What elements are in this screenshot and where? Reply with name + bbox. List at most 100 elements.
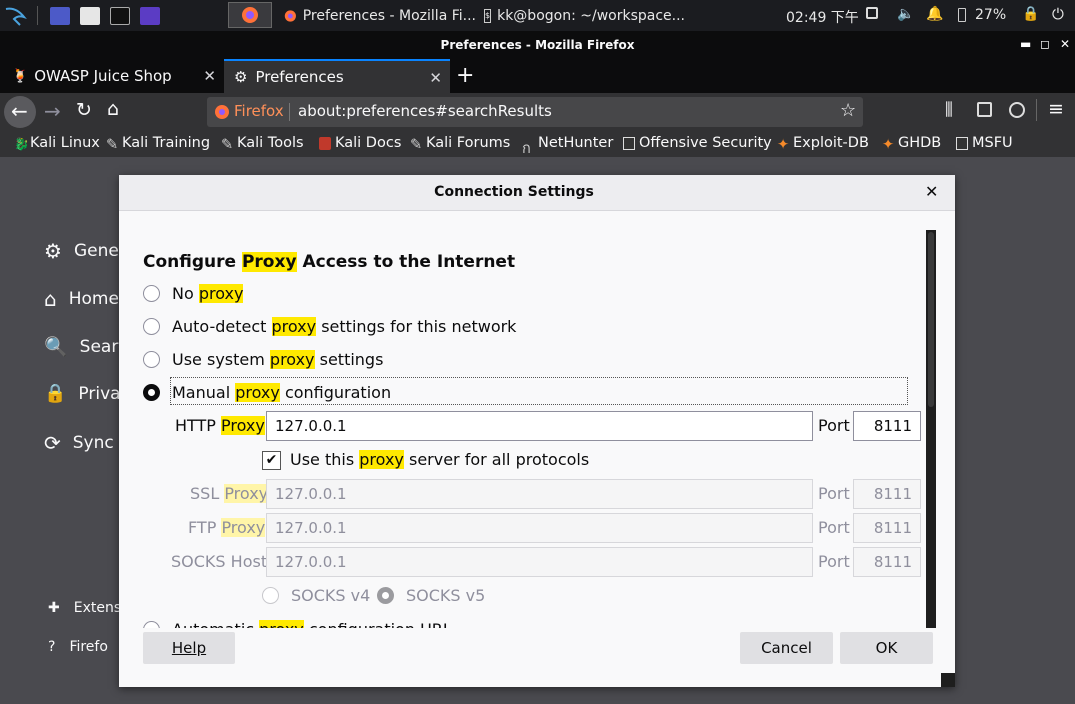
bookmark-kali-tools[interactable]: ✎ Kali Tools [221,135,304,153]
label-highlight: Proxy [224,484,269,503]
use-all-protocols-checkbox[interactable]: ✔ [262,451,281,470]
kali-dragon-icon: ✎ [221,136,234,153]
scrollbar-thumb[interactable] [928,232,934,407]
taskbar-task-firefox[interactable]: Preferences - Mozilla Fi... [284,3,476,28]
tab-label: Preferences [255,68,344,86]
ftp-proxy-label: FTP Proxy [188,518,266,537]
msfu-icon [956,136,968,150]
button-label: Cancel [761,639,812,657]
account-icon[interactable] [1009,102,1025,118]
bookmark-offensive-security[interactable]: Offensive Security [623,135,772,151]
hamburger-menu-icon[interactable]: ≡ [1048,98,1064,120]
option-text: Auto-detect [172,317,272,336]
radio-no-proxy[interactable] [143,285,160,302]
power-icon[interactable]: ⏻ [1052,5,1064,23]
clock[interactable]: 02:49 下午 [786,7,859,27]
ssl-port-label: Port [818,484,850,503]
sidebar-item-firefox-support[interactable]: ? Firefo [48,639,108,655]
option-label-manual-proxy: Manual proxy configuration [172,383,391,402]
sidebar-item-home[interactable]: ⌂ Home [44,287,119,311]
url-bar[interactable]: Firefox about:preferences#searchResults … [207,97,863,127]
ssl-proxy-input[interactable]: 127.0.0.1 [266,479,813,509]
ftp-port-input[interactable]: 8111 [853,513,921,543]
url-text[interactable]: about:preferences#searchResults [298,102,552,120]
maximize-icon[interactable]: ◻ [1040,37,1050,51]
button-label: Help [171,639,207,657]
new-tab-icon[interactable]: + [456,63,474,88]
library-icon[interactable]: ⫼ [945,100,953,120]
cancel-button[interactable]: Cancel [740,632,833,664]
sidebar-item-general[interactable]: ⚙ Gene [44,239,119,263]
file-manager-icon[interactable] [80,4,100,27]
taskbar-task-terminal[interactable]: $ kk@bogon: ~/workspace... [484,3,684,28]
radio-auto-config-url[interactable] [143,621,160,628]
forward-arrow-icon[interactable]: → [44,99,61,123]
close-tab-icon[interactable]: ✕ [429,69,442,87]
bookmark-label: Kali Forums [426,135,511,151]
scrollbar-track[interactable] [926,230,936,628]
tab-preferences[interactable]: ⚙ Preferences ✕ [224,59,450,93]
bookmark-kali-training[interactable]: ✎ Kali Training [106,135,210,153]
sidebar-item-search[interactable]: 🔍 Searc [44,335,127,358]
resize-grip[interactable] [941,673,955,687]
http-port-input[interactable]: 8111 [853,411,921,441]
ftp-proxy-input[interactable]: 127.0.0.1 [266,513,813,543]
bookmark-label: Kali Linux [30,135,100,151]
sidebar-item-sync[interactable]: ⟳ Sync [44,431,114,455]
radio-socks-v4[interactable] [262,587,279,604]
bookmark-kali-docs[interactable]: Kali Docs [319,135,401,151]
socks-host-input[interactable]: 127.0.0.1 [266,547,813,577]
ssl-port-input[interactable]: 8111 [853,479,921,509]
http-proxy-input[interactable]: 127.0.0.1 [266,411,813,441]
firefox-launcher-icon[interactable] [228,2,272,28]
home-icon[interactable]: ⌂ [107,98,119,120]
lock-icon[interactable]: 🔒 [1022,6,1039,22]
reload-icon[interactable]: ↻ [76,99,92,121]
heading-text: Access to the Internet [296,252,516,272]
volume-icon[interactable]: 🔈 [897,6,914,22]
display-icon[interactable] [866,7,878,19]
sidebar-item-label: Priva [78,383,121,404]
bookmarks-toolbar: 🐉 Kali Linux ✎ Kali Training ✎ Kali Tools K… [0,131,1075,157]
bookmark-kali-linux[interactable]: 🐉 Kali Linux [14,135,100,151]
bookmark-kali-forums[interactable]: ✎ Kali Forums [410,135,511,153]
socks-port-label: Port [818,552,850,571]
radio-manual-proxy[interactable] [143,384,160,401]
minimize-icon[interactable]: ▬ [1020,37,1031,51]
bookmark-msfu[interactable]: MSFU [956,135,1013,151]
taskbar-divider [37,6,38,25]
bookmark-star-icon[interactable]: ☆ [840,100,856,121]
notification-bell-icon[interactable]: 🔔 [926,6,943,22]
help-button[interactable]: Help [143,632,235,664]
option-label-auto-detect: Auto-detect proxy settings for this netw… [172,317,516,336]
socks-port-input[interactable]: 8111 [853,547,921,577]
close-icon[interactable]: ✕ [925,182,938,201]
radio-socks-v5[interactable] [377,587,394,604]
sidebar-item-extensions[interactable]: ✚ Extens [48,600,121,616]
puzzle-icon: ✚ [48,600,60,616]
close-window-icon[interactable]: ✕ [1060,37,1070,51]
kali-menu-icon[interactable] [4,4,28,27]
bookmark-ghdb[interactable]: ✦ GHDB [882,135,941,153]
kali-dragon-icon: 🐉 [14,136,29,151]
terminal-icon[interactable] [110,4,130,27]
desktop-icon[interactable] [50,4,70,27]
radio-auto-detect[interactable] [143,318,160,335]
ok-button[interactable]: OK [840,632,933,664]
radio-system-proxy[interactable] [143,351,160,368]
sidebar-item-label: Firefo [69,639,108,655]
tab-owasp-juice-shop[interactable]: 🍹 OWASP Juice Shop ✕ [0,59,224,93]
close-tab-icon[interactable]: ✕ [203,67,216,85]
bookmark-exploit-db[interactable]: ✦ Exploit-DB [777,135,869,153]
kali-dragon-icon: ✎ [106,136,119,153]
screen-recorder-icon[interactable] [140,4,160,27]
sidebar-item-privacy[interactable]: 🔒 Priva [44,383,121,404]
dialog-heading: Configure Proxy Access to the Internet [143,252,515,272]
gear-icon: ⚙ [234,68,248,86]
option-text: configuration [279,383,392,402]
battery-icon[interactable] [958,8,966,22]
back-button[interactable]: ← [4,96,36,128]
window-title: Preferences - Mozilla Firefox [440,38,635,52]
sidebar-toggle-icon[interactable] [977,102,992,117]
bookmark-nethunter[interactable]: ก NetHunter [522,135,613,157]
